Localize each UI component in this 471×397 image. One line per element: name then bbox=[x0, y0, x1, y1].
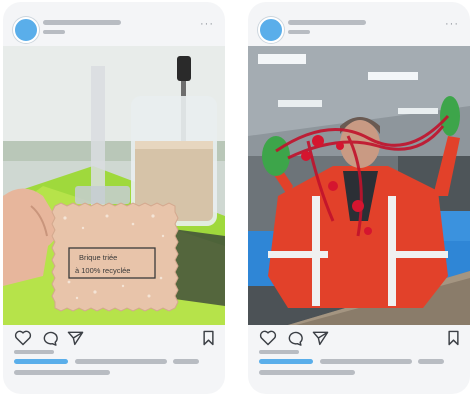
photo-recycling-worker bbox=[248, 46, 470, 325]
like-button[interactable] bbox=[259, 330, 277, 346]
more-options-button[interactable]: ··· bbox=[445, 19, 459, 30]
stamp-text-line2: à 100% recyclée bbox=[75, 266, 130, 275]
avatar[interactable] bbox=[258, 17, 284, 43]
share-icon bbox=[67, 331, 84, 346]
caption-placeholder bbox=[418, 359, 444, 364]
likes-placeholder bbox=[259, 350, 299, 354]
like-button[interactable] bbox=[14, 330, 32, 346]
post-card: ··· bbox=[3, 2, 225, 394]
caption-placeholder bbox=[320, 359, 412, 364]
share-button[interactable] bbox=[67, 330, 84, 346]
username-placeholder[interactable] bbox=[43, 20, 121, 25]
username-link-placeholder[interactable] bbox=[14, 359, 68, 364]
comment-icon bbox=[43, 331, 58, 346]
photo-recycled-brick-sample: Brique triée à 100% recyclée bbox=[3, 46, 225, 325]
caption-placeholder bbox=[14, 370, 110, 375]
post-photo[interactable]: Brique triée à 100% recyclée bbox=[3, 46, 225, 325]
avatar[interactable] bbox=[13, 17, 39, 43]
post-card: ··· bbox=[248, 2, 470, 394]
caption-placeholder bbox=[173, 359, 199, 364]
caption-placeholder bbox=[259, 370, 355, 375]
username-placeholder[interactable] bbox=[288, 20, 366, 25]
caption-placeholder bbox=[75, 359, 167, 364]
post-photo[interactable] bbox=[248, 46, 470, 325]
more-options-button[interactable]: ··· bbox=[200, 19, 214, 30]
username-link-placeholder[interactable] bbox=[259, 359, 313, 364]
subtitle-placeholder bbox=[43, 30, 65, 34]
bookmark-button[interactable] bbox=[447, 330, 460, 346]
heart-icon bbox=[14, 330, 32, 346]
subtitle-placeholder bbox=[288, 30, 310, 34]
share-icon bbox=[312, 331, 329, 346]
likes-placeholder bbox=[14, 350, 54, 354]
bookmark-icon bbox=[448, 330, 459, 346]
bookmark-button[interactable] bbox=[202, 330, 215, 346]
share-button[interactable] bbox=[312, 330, 329, 346]
comment-button[interactable] bbox=[286, 330, 303, 346]
bookmark-icon bbox=[203, 330, 214, 346]
comment-icon bbox=[288, 331, 303, 346]
heart-icon bbox=[259, 330, 277, 346]
stamp-text-line1: Brique triée bbox=[79, 253, 117, 262]
comment-button[interactable] bbox=[41, 330, 58, 346]
